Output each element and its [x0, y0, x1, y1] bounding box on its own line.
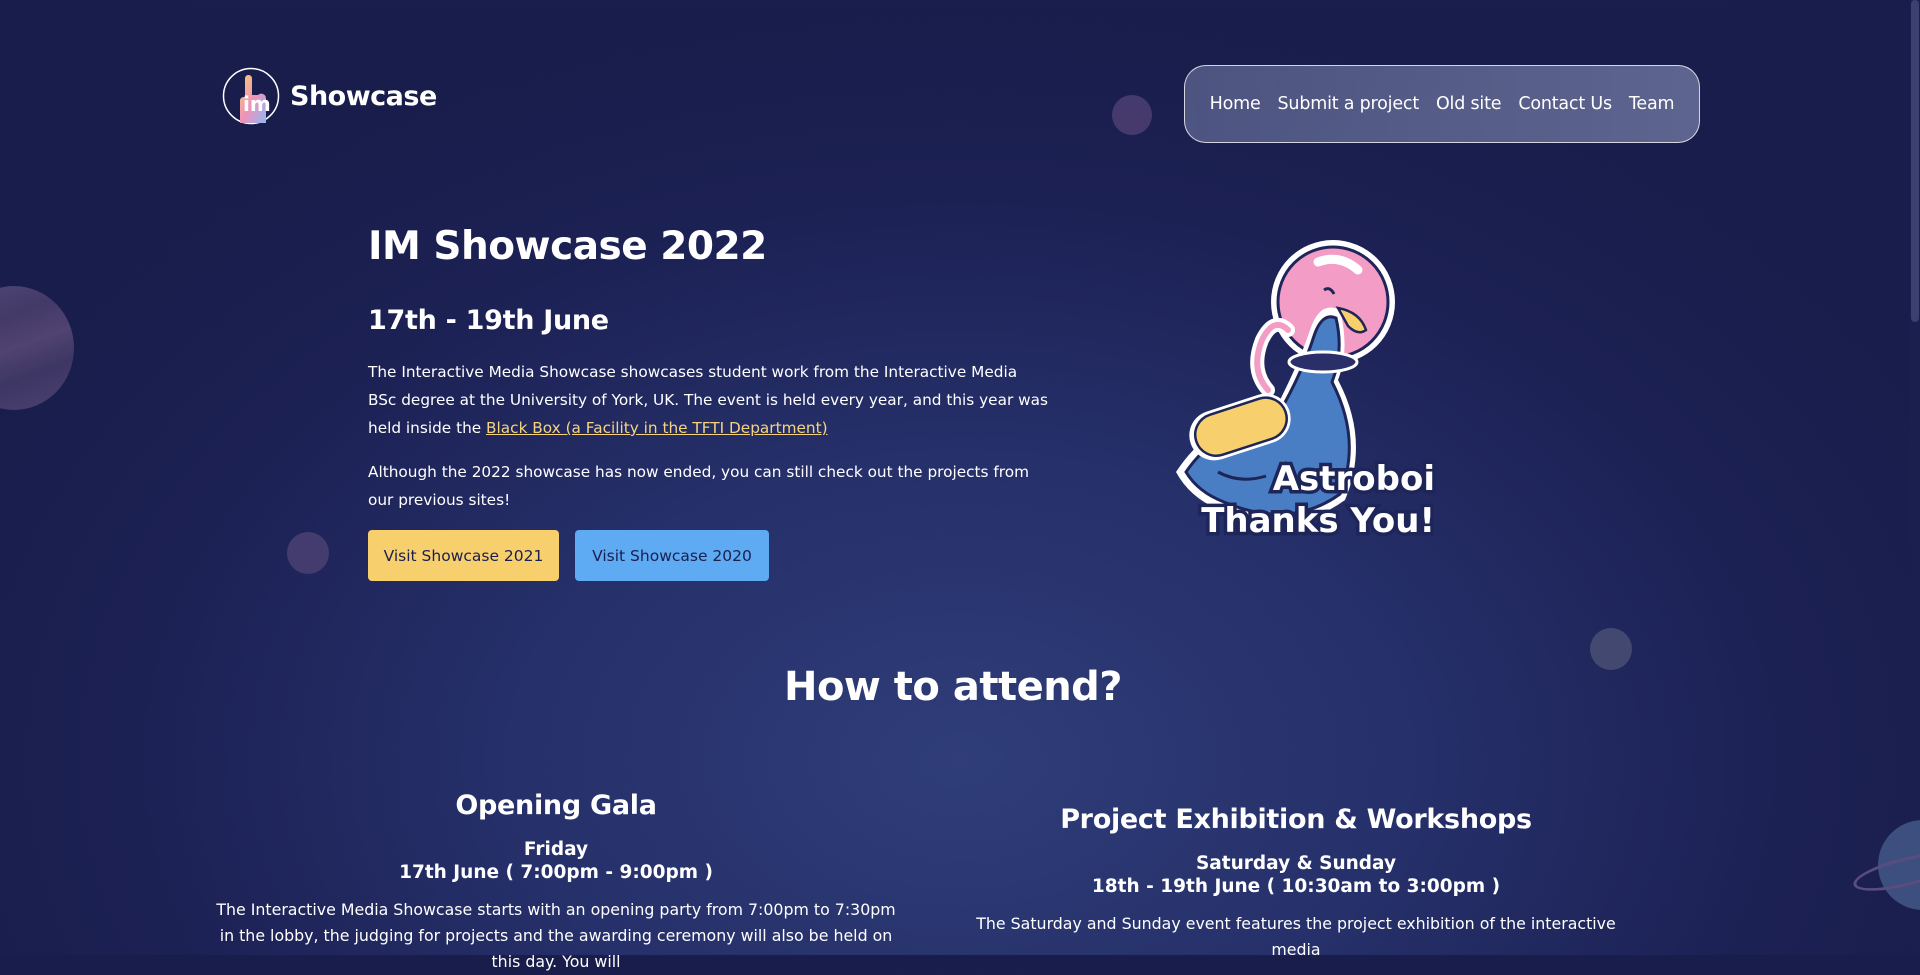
- how-to-attend-heading: How to attend?: [783, 664, 1123, 710]
- visit-showcase-2020-button[interactable]: Visit Showcase 2020: [575, 530, 769, 581]
- astroboi-illustration: Astroboi Thanks You!: [1176, 240, 1439, 540]
- illustration-caption-line1: Astroboi: [1273, 459, 1435, 499]
- illustration-caption-line2: Thanks You!: [1201, 501, 1435, 540]
- scrollbar-thumb[interactable]: [1911, 0, 1919, 322]
- exhibition-description: The Saturday and Sunday event features t…: [976, 914, 1616, 959]
- exhibition-title: Project Exhibition & Workshops: [1060, 804, 1532, 835]
- page-title: IM Showcase 2022: [368, 224, 767, 269]
- opening-gala-description: The Interactive Media Showcase starts wi…: [216, 900, 896, 971]
- planet-decoration-small: [287, 532, 329, 574]
- main-navigation: Home Submit a project Old site Contact U…: [1184, 65, 1700, 143]
- site-title: Showcase: [290, 80, 437, 112]
- nav-team[interactable]: Team: [1629, 94, 1675, 114]
- nav-old-site[interactable]: Old site: [1436, 94, 1502, 114]
- site-logo[interactable]: im Showcase: [222, 67, 437, 125]
- exhibition-dates: 18th - 19th June ( 10:30am to 3:00pm ): [1091, 876, 1501, 897]
- planet-decoration-left: [0, 286, 74, 410]
- hand-logo-icon: im: [222, 67, 280, 125]
- black-box-link[interactable]: Black Box (a Facility in the TFTI Depart…: [486, 419, 828, 437]
- nav-contact-us[interactable]: Contact Us: [1518, 94, 1612, 114]
- nav-home[interactable]: Home: [1210, 94, 1261, 114]
- exhibition-day: Saturday & Sunday: [1195, 853, 1397, 874]
- exhibition-section: Project Exhibition & Workshops Saturday …: [956, 804, 1636, 963]
- event-dates: 17th - 19th June: [368, 305, 609, 336]
- planet-decoration-small: [1112, 95, 1152, 135]
- ended-paragraph: Although the 2022 showcase has now ended…: [368, 463, 1029, 509]
- opening-gala-title: Opening Gala: [455, 790, 657, 821]
- svg-text:im: im: [243, 92, 271, 116]
- visit-showcase-2021-button[interactable]: Visit Showcase 2021: [368, 530, 559, 581]
- intro-paragraph: The Interactive Media Showcase showcases…: [368, 358, 1048, 442]
- hero-section: IM Showcase 2022 17th - 19th June The In…: [368, 224, 1048, 581]
- opening-gala-day: Friday: [523, 839, 589, 860]
- previous-sites-buttons: Visit Showcase 2021 Visit Showcase 2020: [368, 530, 1048, 581]
- opening-gala-dates: 17th June ( 7:00pm - 9:00pm ): [399, 862, 713, 883]
- page-scrollbar[interactable]: [1910, 0, 1920, 955]
- nav-submit-project[interactable]: Submit a project: [1278, 94, 1420, 114]
- opening-gala-section: Opening Gala Friday 17th June ( 7:00pm -…: [216, 790, 896, 975]
